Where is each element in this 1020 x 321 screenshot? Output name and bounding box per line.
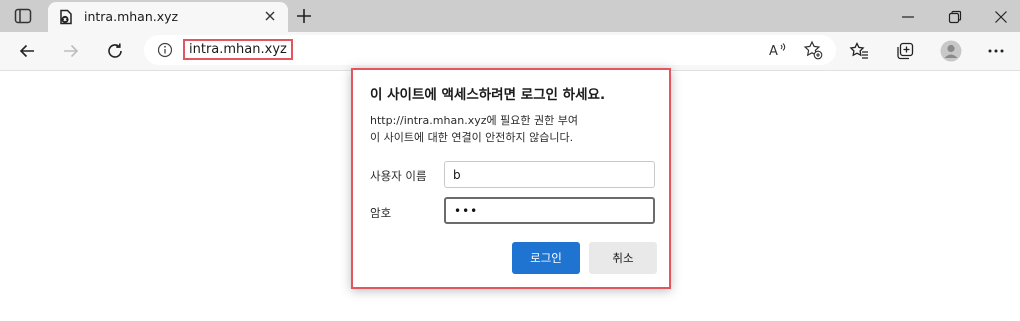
url-text[interactable]: intra.mhan.xyz [183,39,293,60]
dialog-message-line1: http://intra.mhan.xyz에 필요한 권한 부여 [370,114,578,127]
favorites-icon[interactable] [849,41,869,65]
favicon-icon [58,9,74,29]
collections-icon[interactable] [895,41,915,65]
restore-icon[interactable] [948,9,962,28]
cancel-button[interactable]: 취소 [589,242,657,274]
site-info-icon[interactable] [157,42,173,62]
login-button[interactable]: 로그인 [512,242,580,274]
more-icon[interactable] [986,41,1006,65]
close-tab-icon[interactable] [262,8,278,24]
address-bar[interactable]: intra.mhan.xyz A [144,35,836,65]
password-input[interactable] [444,197,655,224]
close-window-icon[interactable] [994,9,1008,28]
new-tab-icon[interactable] [295,7,313,29]
svg-text:A: A [769,44,778,59]
read-aloud-icon[interactable]: A [768,41,788,63]
browser-tab[interactable]: intra.mhan.xyz [48,2,288,32]
refresh-icon[interactable] [105,41,125,65]
password-label: 암호 [370,206,392,220]
dialog-message-line2: 이 사이트에 대한 연결이 안전하지 않습니다. [370,131,574,144]
username-input[interactable] [444,161,655,188]
minimize-icon[interactable] [901,9,915,28]
toolbar: intra.mhan.xyz A [0,32,1020,71]
login-dialog: 이 사이트에 액세스하려면 로그인 하세요. http://intra.mhan… [351,68,671,289]
dialog-title: 이 사이트에 액세스하려면 로그인 하세요. [370,87,606,103]
back-icon[interactable] [17,41,37,65]
profile-icon[interactable] [940,40,962,66]
tab-title: intra.mhan.xyz [84,9,179,24]
username-label: 사용자 이름 [370,169,427,183]
add-favorite-icon[interactable] [803,40,823,64]
forward-icon[interactable] [61,41,81,65]
tab-actions-icon[interactable] [14,8,32,28]
tab-strip: intra.mhan.xyz [0,0,1020,32]
